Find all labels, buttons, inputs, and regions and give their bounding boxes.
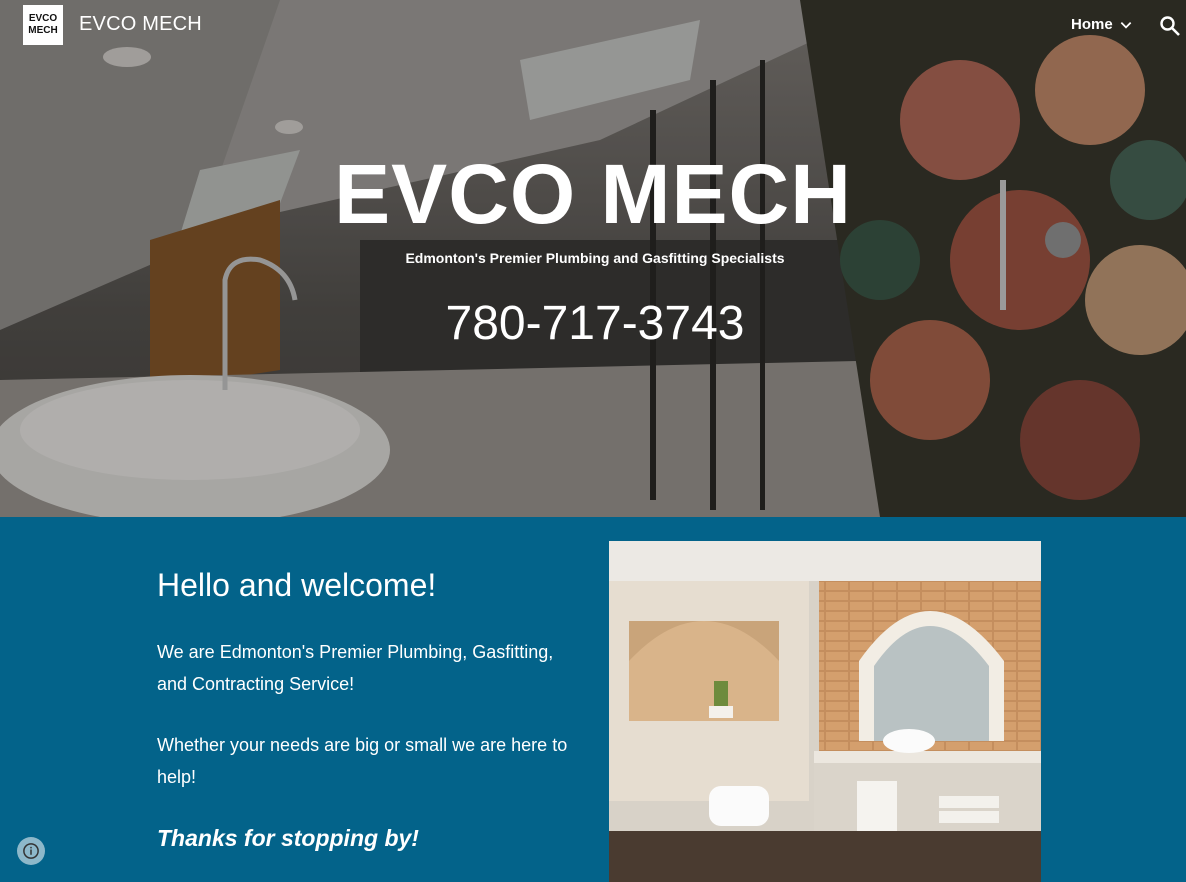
search-icon[interactable] [1158, 14, 1182, 38]
site-title[interactable]: EVCO MECH [79, 13, 202, 36]
hero-title: EVCO MECH [334, 147, 852, 241]
chevron-down-icon [1120, 21, 1131, 29]
nav-home-menu[interactable]: Home [1071, 16, 1133, 33]
nav-home-label: Home [1071, 16, 1113, 33]
logo-text-line1: EVCO [28, 13, 58, 24]
site-logo[interactable]: EVCO MECH [23, 5, 63, 45]
hero-banner: EVCO MECH EVCO MECH Home EVCO MECH Edmon… [0, 0, 1186, 517]
info-icon [23, 843, 39, 859]
top-navigation-bar: EVCO MECH EVCO MECH Home [0, 0, 1186, 52]
intro-paragraph: We are Edmonton's Premier Plumbing, Gasf… [157, 642, 554, 694]
thanks-text: Thanks for stopping by! [157, 825, 419, 851]
hero-phone-number: 780-717-3743 [445, 297, 745, 350]
welcome-heading: Hello and welcome! [157, 567, 437, 603]
bathroom-photo [609, 541, 1041, 882]
logo-text-line2: MECH [28, 25, 58, 36]
help-paragraph: Whether your needs are big or small we a… [157, 735, 568, 787]
hero-subtitle: Edmonton's Premier Plumbing and Gasfitti… [405, 250, 785, 266]
site-info-button[interactable] [17, 837, 45, 865]
